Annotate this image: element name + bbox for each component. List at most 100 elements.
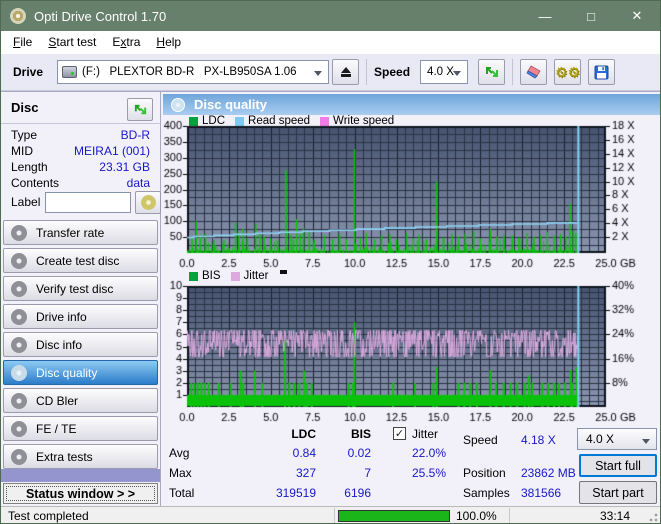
eject-button[interactable] — [332, 59, 360, 85]
status-bar: Test completed 100.0% 33:14 — [1, 506, 660, 523]
sidebar-item-disc-info[interactable]: Disc info — [3, 332, 158, 357]
panel-header: Disc quality — [163, 94, 660, 115]
ldc-speed-chart-canvas — [161, 119, 660, 271]
disc-contents-value: data — [126, 176, 150, 190]
divider — [334, 508, 335, 523]
settings-button[interactable]: ⚙⚙ — [554, 59, 582, 85]
max-row-label: Max — [169, 466, 192, 480]
sidebar-item-label: Disc info — [36, 337, 83, 352]
speed-stat-label: Speed — [463, 433, 498, 447]
test-speed-value: 4.0 X — [586, 432, 615, 446]
disc-side-panel: Disc Type BD-R MID MEIRA1 (001) Length 2… — [1, 91, 161, 506]
divider — [509, 508, 510, 523]
position-stat-value: 23862 MB — [521, 466, 576, 480]
disc-quality-panel: Disc quality LDC Read speed Write speed … — [161, 91, 660, 507]
max-bis-value: 7 — [364, 466, 371, 480]
menu-start-test[interactable]: Start test — [40, 32, 104, 52]
toolbar-separator — [366, 59, 368, 85]
chevron-down-icon — [453, 71, 462, 76]
refresh-button[interactable] — [478, 59, 506, 85]
avg-row-label: Avg — [169, 446, 190, 460]
disc-refresh-button[interactable] — [127, 98, 153, 121]
results-area: LDC BIS ✓ Jitter Avg 0.84 0.02 22.0% Max… — [161, 425, 660, 507]
speed-select[interactable]: 4.0 X — [420, 60, 469, 84]
panel-title: Disc quality — [194, 97, 267, 112]
write-label-button[interactable] — [135, 191, 161, 214]
menu-bar: File Start test Extra Help — [1, 31, 660, 53]
refresh-icon — [485, 67, 498, 77]
status-text: Test completed — [8, 509, 89, 523]
disc-contents-label: Contents — [11, 176, 60, 190]
disc-icon — [11, 392, 27, 409]
ldc-column-header: LDC — [291, 427, 316, 441]
erase-disc-button[interactable] — [520, 59, 548, 85]
resize-grip[interactable] — [646, 510, 658, 522]
disc-contents-row: Contents data — [11, 176, 150, 191]
progress-percent: 100.0% — [456, 509, 497, 523]
disc-type-value: BD-R — [120, 128, 150, 142]
disc-icon — [11, 308, 27, 325]
status-window-button[interactable]: Status window > > — [3, 483, 158, 504]
start-full-button[interactable]: Start full — [579, 454, 657, 477]
sidebar-item-label: Transfer rate — [36, 225, 105, 240]
sidebar-item-label: Disc quality — [36, 365, 98, 380]
disc-icon — [11, 224, 27, 241]
save-button[interactable] — [588, 59, 616, 85]
sidebar-item-fe-te[interactable]: FE / TE — [3, 416, 158, 441]
sidebar-item-cd-bler[interactable]: CD Bler — [3, 388, 158, 413]
disc-mid-label: MID — [11, 144, 33, 158]
save-icon — [594, 65, 609, 79]
toolbar-separator — [512, 59, 514, 85]
samples-stat-value: 381566 — [521, 486, 562, 500]
avg-jitter-value: 22.0% — [411, 446, 446, 460]
sidebar-item-label: CD Bler — [36, 393, 79, 408]
sidebar-item-extra-tests[interactable]: Extra tests — [3, 444, 158, 469]
position-stat-label: Position — [463, 466, 506, 480]
menu-file[interactable]: File — [5, 32, 40, 52]
chevron-down-icon — [642, 439, 650, 444]
samples-stat-label: Samples — [463, 486, 510, 500]
jitter-checkbox[interactable]: ✓ — [393, 427, 406, 440]
total-ldc-value: 319519 — [275, 486, 316, 500]
chevron-down-icon — [314, 71, 323, 76]
divider — [1, 123, 160, 124]
drive-select[interactable]: (F:) PLEXTOR BD-R PX-LB950SA 1.06 — [57, 60, 330, 84]
disc-mid-row: MID MEIRA1 (001) — [11, 144, 150, 159]
sidebar-item-label: Verify test disc — [36, 281, 114, 296]
disc-type-row: Type BD-R — [11, 128, 150, 143]
disc-length-value: 23.31 GB — [99, 160, 150, 174]
maximize-button[interactable]: □ — [568, 1, 614, 31]
bis-column-header: BIS — [350, 427, 371, 441]
disc-icon — [171, 97, 185, 112]
max-ldc-value: 327 — [295, 466, 316, 480]
disc-icon — [11, 420, 27, 437]
window-title: Opti Drive Control 1.70 — [34, 8, 167, 24]
test-speed-select[interactable]: 4.0 X — [577, 428, 657, 450]
refresh-icon — [134, 104, 146, 115]
eraser-icon — [526, 65, 541, 79]
sidebar-item-verify-test-disc[interactable]: Verify test disc — [3, 276, 158, 301]
toolbar: Drive (F:) PLEXTOR BD-R PX-LB950SA 1.06 … — [1, 53, 660, 91]
disc-type-label: Type — [11, 128, 38, 142]
sidebar-item-disc-quality[interactable]: Disc quality — [3, 360, 158, 385]
sidebar-item-label: Extra tests — [36, 449, 93, 464]
speed-label: Speed — [374, 65, 411, 79]
sidebar-item-create-test-disc[interactable]: Create test disc — [3, 248, 158, 273]
speed-stat-value: 4.18 X — [521, 433, 556, 447]
progress-fill — [339, 511, 449, 521]
disc-icon — [11, 448, 27, 465]
close-button[interactable]: ✕ — [614, 1, 660, 31]
start-part-button[interactable]: Start part — [579, 481, 657, 504]
minimize-button[interactable]: — — [522, 1, 568, 31]
sidebar-item-drive-info[interactable]: Drive info — [3, 304, 158, 329]
speed-select-value: 4.0 X — [427, 66, 454, 78]
menu-extra[interactable]: Extra — [104, 32, 148, 52]
disc-icon — [11, 280, 27, 297]
label-input[interactable] — [45, 192, 131, 213]
menu-help[interactable]: Help — [148, 32, 189, 52]
sidebar-spacer — [1, 469, 160, 482]
drive-icon — [62, 66, 78, 78]
sidebar-item-transfer-rate[interactable]: Transfer rate — [3, 220, 158, 245]
disc-icon — [11, 252, 27, 269]
sidebar-item-label: FE / TE — [36, 421, 77, 436]
